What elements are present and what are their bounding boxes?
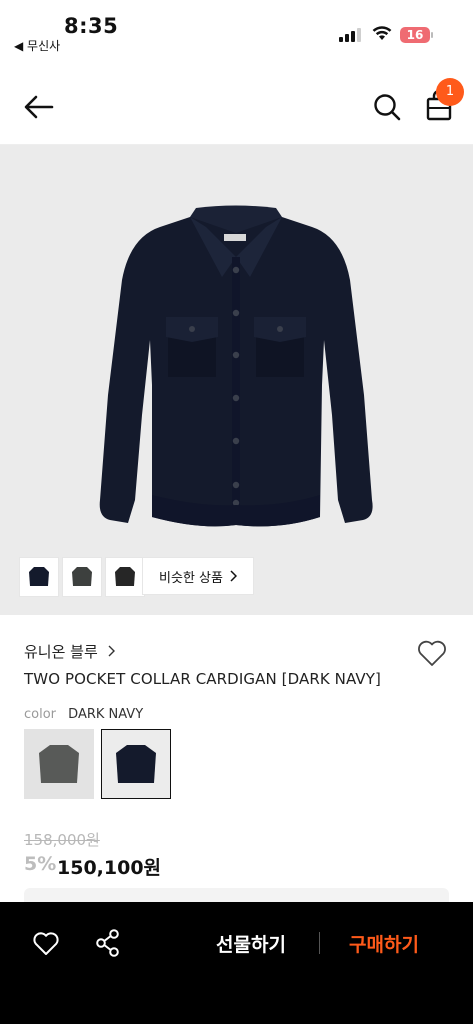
similar-products-button[interactable]: 비슷한 상품 [142, 557, 254, 595]
thumbnail-gray[interactable] [62, 557, 102, 597]
cart-count-badge: 1 [436, 78, 464, 106]
gift-button[interactable]: 선물하기 [216, 930, 286, 957]
color-swatch-navy[interactable] [101, 729, 171, 799]
brand-name: 유니온 블루 [24, 643, 98, 661]
status-time: 8:35 [64, 14, 119, 38]
chevron-right-icon [230, 570, 237, 582]
share-icon[interactable] [95, 928, 121, 958]
battery-indicator: 16 [400, 27, 430, 43]
wifi-icon [372, 26, 392, 40]
sale-price: 150,100원 [57, 857, 162, 879]
back-to-app-link[interactable]: ◀ 무신사 [14, 37, 60, 54]
product-title: TWO POCKET COLLAR CARDIGAN [DARK NAVY] [24, 670, 381, 688]
wishlist-heart-icon[interactable] [416, 638, 448, 668]
cellular-signal-icon [339, 28, 361, 42]
original-price: 158,000원 [24, 831, 100, 849]
thumbnail-strip [19, 557, 145, 597]
chevron-right-icon [108, 645, 115, 657]
product-image[interactable] [0, 145, 473, 615]
color-label: color [24, 707, 57, 722]
thumbnail-black[interactable] [105, 557, 145, 597]
bottom-action-bar: 선물하기 구매하기 [0, 902, 473, 1024]
discount-rate: 5% [24, 853, 57, 875]
button-divider [319, 932, 320, 954]
back-arrow-icon[interactable] [22, 92, 56, 122]
color-row: color DARK NAVY [24, 707, 143, 722]
color-value: DARK NAVY [68, 707, 144, 722]
thumbnail-navy[interactable] [19, 557, 59, 597]
top-navigation [0, 72, 473, 145]
status-bar: 8:35 ◀ 무신사 16 [0, 0, 473, 58]
battery-tip [431, 32, 433, 38]
color-swatch-gray[interactable] [24, 729, 94, 799]
similar-products-label: 비슷한 상품 [159, 570, 223, 586]
buy-button[interactable]: 구매하기 [349, 930, 419, 957]
brand-link[interactable]: 유니온 블루 [24, 641, 115, 662]
cardigan-image [99, 205, 373, 527]
heart-icon[interactable] [32, 930, 60, 956]
search-icon[interactable] [372, 92, 402, 122]
